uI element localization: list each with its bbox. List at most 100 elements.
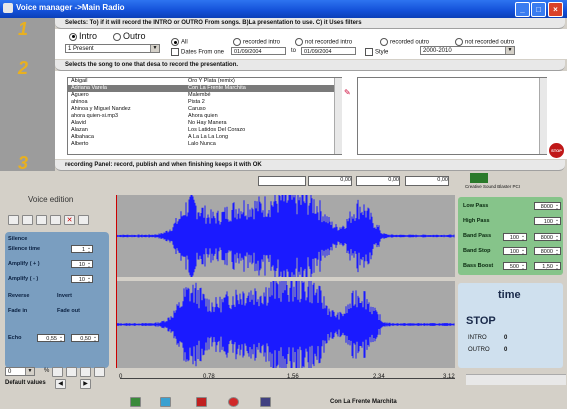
band-stop-label[interactable]: Band Stop	[463, 248, 491, 254]
publish-icon[interactable]	[260, 397, 271, 407]
intro-radio[interactable]: Intro	[69, 31, 97, 41]
high-pass-input[interactable]: 100	[534, 217, 561, 226]
delete-icon[interactable]: ✕	[64, 215, 75, 225]
low-pass-input[interactable]: 8000	[534, 202, 561, 211]
presentation-select[interactable]: 1 Present ▼	[65, 44, 160, 53]
filters-panel: Low Pass 8000 High Pass 100 Band Pass 10…	[458, 197, 563, 275]
song-row[interactable]: Albahaca A La La La Long	[68, 134, 341, 141]
pencil-icon[interactable]: ✎	[344, 88, 351, 97]
maximize-button[interactable]: □	[531, 2, 546, 17]
reverse-button[interactable]: Reverse	[8, 293, 29, 299]
zoom-fit-icon[interactable]	[80, 367, 91, 377]
fade-in-button[interactable]: Fade in	[8, 308, 27, 314]
song-row[interactable]: ahinoa Pista 2	[68, 99, 341, 106]
filter-all-radio[interactable]: All	[171, 38, 188, 46]
song-row[interactable]: Abigail Oro Y Plata (remix)	[68, 78, 341, 85]
amplify-plus-label[interactable]: Amplify ( + )	[8, 261, 40, 267]
voice-edition-title: Voice edition	[28, 195, 74, 204]
filter-recorded-outro-radio[interactable]: recorded outro	[380, 38, 429, 46]
amplify-plus-input[interactable]: 10	[71, 260, 93, 269]
cut-icon[interactable]	[22, 215, 33, 225]
silence-time-input[interactable]: 1	[71, 245, 93, 254]
date-to-input[interactable]: 01/09/2004	[301, 47, 356, 55]
song-row[interactable]: Adriana Varela Con La Frente Marchita	[68, 85, 341, 92]
song-row[interactable]: Alberto Lalo Nunca	[68, 141, 341, 148]
song-row[interactable]: Alazan Los Latidos Del Corazo	[68, 127, 341, 134]
high-pass-label[interactable]: High Pass	[463, 218, 490, 224]
waveform-left[interactable]	[115, 185, 455, 287]
band-stop-b-input[interactable]: 8000	[534, 247, 561, 256]
paste-icon[interactable]	[50, 215, 61, 225]
echo-a-input[interactable]: 0,55	[37, 334, 65, 343]
next-icon[interactable]: ▶	[80, 379, 91, 389]
waveform-right[interactable]	[115, 272, 455, 377]
song-detail-box[interactable]	[357, 77, 547, 155]
step-1-header: Selects: To) if it will record the INTRO…	[55, 18, 565, 29]
bass-boost-label[interactable]: Bass Boost	[463, 263, 493, 269]
zoom-out-icon[interactable]	[52, 367, 63, 377]
silence-time-label[interactable]: Silence time	[8, 246, 40, 252]
band-stop-a-input[interactable]: 100	[503, 247, 527, 256]
voice-toolbar-area: Voice edition ✕	[0, 191, 115, 231]
playhead[interactable]	[116, 195, 117, 368]
echo-button[interactable]: Echo	[8, 335, 21, 341]
presentation-value: 1 Present	[68, 46, 94, 52]
fade-out-button[interactable]: Fade out	[57, 308, 80, 314]
song-row[interactable]: Ahinoa y Miguel Nandez Caruso	[68, 106, 341, 113]
filter-not-recorded-outro-radio[interactable]: not recorded outro	[455, 38, 514, 46]
date-from-input[interactable]: 01/09/2004	[231, 47, 286, 55]
song-list-scrollbar[interactable]	[334, 78, 342, 154]
band-pass-label[interactable]: Band Pass	[463, 233, 491, 239]
pause-icon[interactable]	[160, 397, 171, 407]
bass-boost-b-input[interactable]: 1,50	[534, 262, 561, 271]
edit-icon[interactable]	[8, 215, 19, 225]
outro-radio[interactable]: Outro	[113, 31, 146, 41]
copy-icon[interactable]	[36, 215, 47, 225]
filter-recorded-intro-label: recorded intro	[243, 39, 281, 46]
song-row[interactable]: Alavid No Hay Manera	[68, 120, 341, 127]
outro-label: Outro	[123, 31, 146, 41]
low-pass-label[interactable]: Low Pass	[463, 203, 488, 209]
transport-state: STOP	[466, 315, 496, 327]
song-title: Pista 2	[188, 99, 205, 105]
band-pass-a-input[interactable]: 100	[503, 233, 527, 242]
stop-icon[interactable]: STOP	[549, 143, 564, 158]
close-button[interactable]: ×	[548, 2, 563, 17]
save-icon[interactable]	[78, 215, 89, 225]
filter-not-recorded-intro-radio[interactable]: not recorded intro	[295, 38, 352, 46]
stop-button-icon[interactable]	[196, 397, 207, 407]
title-bar[interactable]: Voice manager ->Main Radio _ □ ×	[0, 0, 567, 18]
filter-recorded-intro-radio[interactable]: recorded intro	[233, 38, 280, 46]
zoom-value: 0	[8, 369, 12, 375]
prev-icon[interactable]: ◀	[55, 379, 66, 389]
time-ruler[interactable]: 0 0,78 1,56 2,34 3,12	[115, 374, 455, 384]
default-values-button[interactable]: Default values	[5, 380, 46, 386]
song-list[interactable]: Abigail Oro Y Plata (remix) Adriana Varela…	[67, 77, 342, 155]
dates-checkbox[interactable]: Dates From one	[171, 48, 224, 56]
amplify-minus-input[interactable]: 10	[71, 275, 93, 284]
filter-all-label: All	[181, 39, 188, 46]
echo-b-input[interactable]: 0,50	[71, 334, 99, 343]
zoom-in-icon[interactable]	[66, 367, 77, 377]
song-title: Lalo Nunca	[188, 141, 216, 147]
style-checkbox[interactable]: Style	[365, 48, 388, 56]
zoom-select[interactable]: 0 ▼	[5, 367, 35, 376]
horizontal-scrollbar[interactable]	[466, 374, 566, 385]
detail-scrollbar[interactable]	[539, 78, 547, 154]
filter-recorded-outro-label: recorded outro	[390, 39, 430, 46]
band-pass-b-input[interactable]: 8000	[534, 233, 561, 242]
play-icon[interactable]	[130, 397, 141, 407]
song-artist: Aguero	[71, 92, 89, 98]
style-select[interactable]: 2000-2010 ▼	[420, 46, 515, 55]
invert-button[interactable]: Invert	[57, 293, 72, 299]
bass-boost-a-input[interactable]: 500	[503, 262, 527, 271]
minimize-button[interactable]: _	[515, 2, 530, 17]
ruler-tick-1: 0,78	[203, 374, 215, 380]
amplify-minus-label[interactable]: Amplify ( - )	[8, 276, 38, 282]
zoom-all-icon[interactable]	[94, 367, 105, 377]
song-row[interactable]: ahora quien-si.mp3 Ahora quien	[68, 113, 341, 120]
ruler-tick-2: 1,56	[287, 374, 299, 380]
record-icon[interactable]	[228, 397, 239, 407]
meter-box-2: 0,00	[356, 176, 400, 186]
song-row[interactable]: Aguero Malembé	[68, 92, 341, 99]
